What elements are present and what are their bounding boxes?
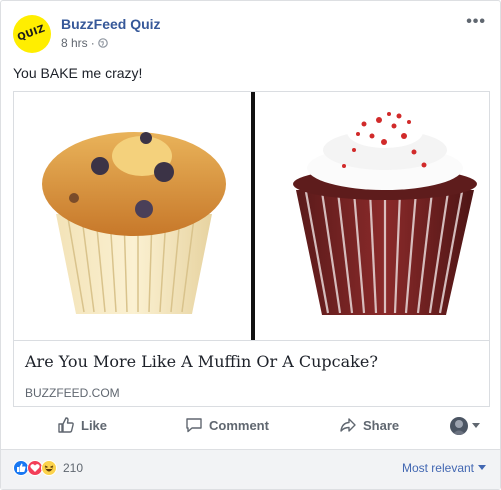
share-button[interactable]: Share (339, 416, 399, 434)
cupcake-image (293, 112, 477, 315)
page-avatar[interactable]: QUIZ (13, 15, 51, 53)
muffin-image (42, 132, 226, 314)
comment-sort-dropdown[interactable]: Most relevant (402, 461, 486, 475)
post-time[interactable]: 8 hrs (61, 36, 88, 50)
image-divider (251, 92, 255, 340)
page-name-link[interactable]: BuzzFeed Quiz (61, 16, 161, 32)
like-button[interactable]: Like (57, 416, 107, 434)
like-label: Like (81, 417, 108, 433)
post-card: QUIZ BuzzFeed Quiz 8 hrs · ••• You BAKE … (0, 0, 501, 490)
reaction-count: 210 (63, 461, 84, 475)
reactions-bar: 210 Most relevant (1, 449, 500, 489)
link-preview-card[interactable]: Are You More Like A Muffin Or A Cupcake?… (13, 91, 490, 407)
reaction-summary[interactable]: 210 (13, 460, 83, 476)
preview-headline[interactable]: Are You More Like A Muffin Or A Cupcake? (25, 352, 378, 371)
thumbs-up-icon (58, 417, 74, 433)
post-meta: 8 hrs · (61, 36, 108, 50)
post-caption: You BAKE me crazy! (13, 65, 143, 81)
share-arrow-icon (340, 418, 356, 432)
preview-domain: BUZZFEED.COM (25, 386, 120, 400)
avatar-text: QUIZ (15, 23, 47, 44)
comment-label: Comment (209, 417, 269, 433)
sort-label: Most relevant (401, 461, 474, 475)
preview-image[interactable] (14, 92, 489, 340)
caret-down-icon (478, 465, 486, 470)
haha-reaction-icon (41, 460, 57, 476)
comment-button[interactable]: Comment (185, 416, 269, 434)
globe-icon (97, 38, 108, 48)
post-as-selector[interactable] (450, 417, 480, 435)
post-header: QUIZ BuzzFeed Quiz 8 hrs · ••• (13, 13, 488, 55)
meta-separator: · (90, 36, 95, 50)
more-options-icon[interactable]: ••• (466, 13, 486, 31)
user-avatar (450, 417, 468, 435)
preview-text[interactable]: Are You More Like A Muffin Or A Cupcake?… (14, 340, 489, 406)
caret-down-icon (472, 423, 480, 428)
post-actions: Like Comment Share (13, 409, 490, 445)
comment-icon (186, 418, 202, 433)
share-label: Share (363, 417, 400, 433)
